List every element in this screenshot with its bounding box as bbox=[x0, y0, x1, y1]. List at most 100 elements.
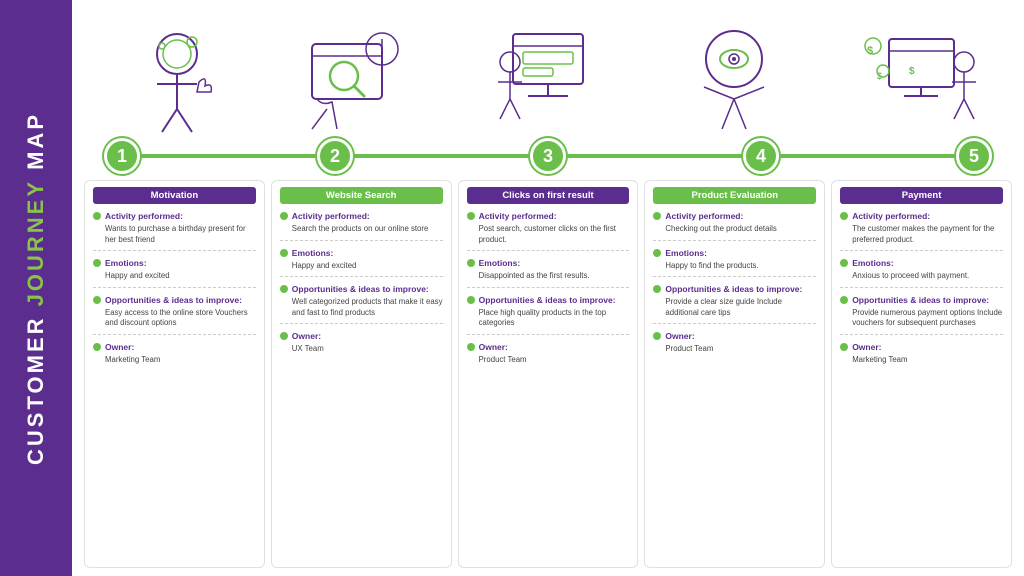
divider bbox=[280, 276, 443, 277]
divider bbox=[93, 334, 256, 335]
main-content: $ $ $ 1 2 3 4 5 bbox=[72, 0, 1024, 576]
dot bbox=[467, 296, 475, 304]
dot bbox=[840, 296, 848, 304]
card-5-opps-label: Opportunities & ideas to improve: bbox=[840, 295, 1003, 305]
card-3-activity-label: Activity performed: bbox=[467, 211, 630, 221]
cards-row: Motivation Activity performed: Wants to … bbox=[84, 180, 1012, 568]
step-5-circle: 5 bbox=[956, 138, 992, 174]
dot bbox=[93, 259, 101, 267]
illustrations-row: $ $ $ bbox=[84, 8, 1012, 138]
card-2-opps-text: Well categorized products that make it e… bbox=[292, 297, 443, 318]
divider bbox=[467, 287, 630, 288]
divider bbox=[653, 323, 816, 324]
dot bbox=[653, 332, 661, 340]
dot bbox=[840, 343, 848, 351]
sidebar-title: CUSTOMER JOURNEY MAP bbox=[24, 112, 48, 465]
divider bbox=[840, 250, 1003, 251]
card-3-owner-text: Product Team bbox=[479, 355, 630, 366]
step-2-circle: 2 bbox=[317, 138, 353, 174]
card-1: Motivation Activity performed: Wants to … bbox=[84, 180, 265, 568]
card-5-activity-text: The customer makes the payment for the p… bbox=[852, 224, 1003, 245]
card-1-emotions-text: Happy and excited bbox=[105, 271, 256, 282]
card-4-header: Product Evaluation bbox=[653, 187, 816, 204]
dot bbox=[280, 332, 288, 340]
illustration-2 bbox=[282, 24, 442, 134]
card-2-opps-label: Opportunities & ideas to improve: bbox=[280, 284, 443, 294]
card-4-owner-label: Owner: bbox=[653, 331, 816, 341]
svg-text:$: $ bbox=[867, 45, 873, 57]
card-1-activity-text: Wants to purchase a birthday present for… bbox=[105, 224, 256, 245]
card-4-opps-label: Opportunities & ideas to improve: bbox=[653, 284, 816, 294]
card-4-emotions-label: Emotions: bbox=[653, 248, 816, 258]
dot bbox=[93, 212, 101, 220]
sidebar: CUSTOMER JOURNEY MAP bbox=[0, 0, 72, 576]
dot bbox=[280, 249, 288, 257]
divider bbox=[840, 334, 1003, 335]
card-4-activity-label: Activity performed: bbox=[653, 211, 816, 221]
card-4-activity-text: Checking out the product details bbox=[665, 224, 816, 235]
timeline-steps: 1 2 3 4 5 bbox=[104, 138, 992, 174]
dot bbox=[280, 212, 288, 220]
card-3-emotions-label: Emotions: bbox=[467, 258, 630, 268]
card-2-owner-label: Owner: bbox=[280, 331, 443, 341]
dot bbox=[280, 285, 288, 293]
dot bbox=[467, 212, 475, 220]
card-3: Clicks on first result Activity performe… bbox=[458, 180, 639, 568]
step-1-circle: 1 bbox=[104, 138, 140, 174]
card-4-owner-text: Product Team bbox=[665, 344, 816, 355]
dot bbox=[653, 212, 661, 220]
timeline-row: 1 2 3 4 5 bbox=[84, 138, 1012, 174]
card-5-header: Payment bbox=[840, 187, 1003, 204]
dot bbox=[467, 259, 475, 267]
divider bbox=[93, 250, 256, 251]
card-4-emotions-text: Happy to find the products. bbox=[665, 261, 816, 272]
divider bbox=[840, 287, 1003, 288]
card-1-opps-label: Opportunities & ideas to improve: bbox=[93, 295, 256, 305]
divider bbox=[280, 240, 443, 241]
card-1-header: Motivation bbox=[93, 187, 256, 204]
card-2: Website Search Activity performed: Searc… bbox=[271, 180, 452, 568]
dot bbox=[840, 212, 848, 220]
dot bbox=[467, 343, 475, 351]
card-2-emotions-text: Happy and excited bbox=[292, 261, 443, 272]
card-5-activity-label: Activity performed: bbox=[840, 211, 1003, 221]
divider bbox=[653, 240, 816, 241]
card-3-owner-label: Owner: bbox=[467, 342, 630, 352]
card-1-owner-label: Owner: bbox=[93, 342, 256, 352]
step-3-circle: 3 bbox=[530, 138, 566, 174]
card-3-header: Clicks on first result bbox=[467, 187, 630, 204]
card-1-owner-text: Marketing Team bbox=[105, 355, 256, 366]
card-3-emotions-text: Disappointed as the first results. bbox=[479, 271, 630, 282]
illustration-4 bbox=[654, 24, 814, 134]
card-3-opps-label: Opportunities & ideas to improve: bbox=[467, 295, 630, 305]
card-4-opps-text: Provide a clear size guide Include addit… bbox=[665, 297, 816, 318]
svg-text:$: $ bbox=[909, 66, 915, 77]
card-5: Payment Activity performed: The customer… bbox=[831, 180, 1012, 568]
card-5-emotions-label: Emotions: bbox=[840, 258, 1003, 268]
dot bbox=[653, 249, 661, 257]
dot bbox=[653, 285, 661, 293]
dot bbox=[93, 296, 101, 304]
divider bbox=[653, 276, 816, 277]
card-2-activity-label: Activity performed: bbox=[280, 211, 443, 221]
divider bbox=[280, 323, 443, 324]
card-3-opps-text: Place high quality products in the top c… bbox=[479, 308, 630, 329]
card-3-activity-text: Post search, customer clicks on the firs… bbox=[479, 224, 630, 245]
card-1-opps-text: Easy access to the online store Vouchers… bbox=[105, 308, 256, 329]
card-5-opps-text: Provide numerous payment options Include… bbox=[852, 308, 1003, 329]
divider bbox=[467, 250, 630, 251]
card-1-activity-label: Activity performed: bbox=[93, 211, 256, 221]
dot bbox=[840, 259, 848, 267]
card-2-emotions-label: Emotions: bbox=[280, 248, 443, 258]
divider bbox=[467, 334, 630, 335]
card-5-owner-label: Owner: bbox=[840, 342, 1003, 352]
card-2-owner-text: UX Team bbox=[292, 344, 443, 355]
card-5-owner-text: Marketing Team bbox=[852, 355, 1003, 366]
divider bbox=[93, 287, 256, 288]
card-1-emotions-label: Emotions: bbox=[93, 258, 256, 268]
step-4-circle: 4 bbox=[743, 138, 779, 174]
card-2-activity-text: Search the products on our online store bbox=[292, 224, 443, 235]
illustration-1 bbox=[97, 24, 257, 134]
illustration-5: $ $ $ bbox=[839, 24, 999, 134]
dot bbox=[93, 343, 101, 351]
